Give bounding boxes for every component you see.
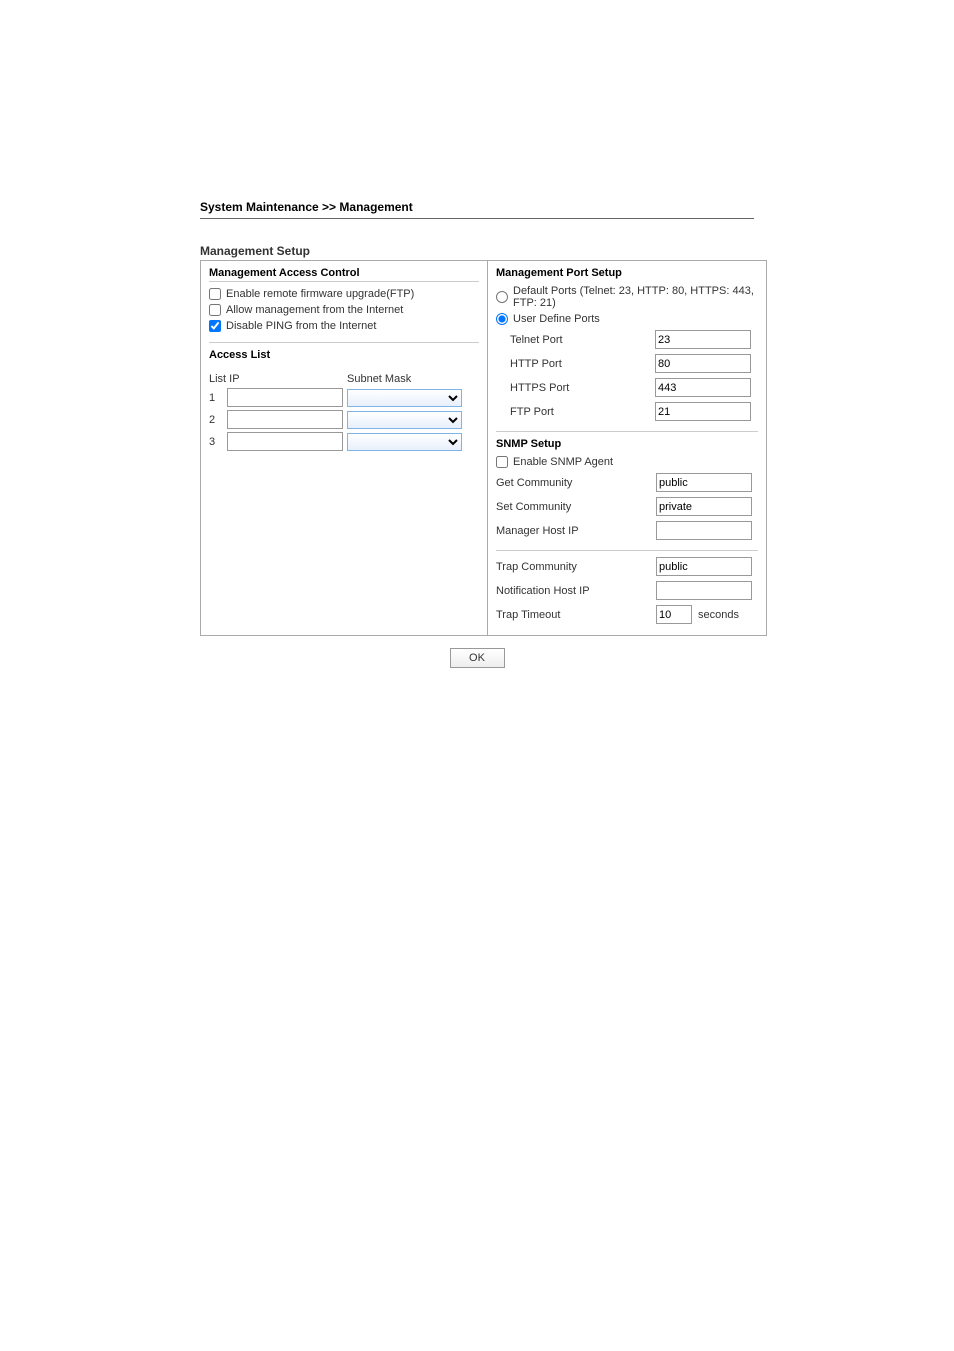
- get-community-label: Get Community: [496, 477, 656, 489]
- subnet-mask-select-2[interactable]: [347, 411, 462, 429]
- disable-ping-checkbox[interactable]: [209, 320, 221, 332]
- left-column: Management Access Control Enable remote …: [201, 261, 488, 635]
- trap-community-label: Trap Community: [496, 561, 656, 573]
- telnet-port-input[interactable]: [655, 330, 751, 349]
- row-index: 1: [209, 392, 227, 404]
- default-ports-label: Default Ports (Telnet: 23, HTTP: 80, HTT…: [513, 285, 758, 309]
- subnet-mask-select-3[interactable]: [347, 433, 462, 451]
- get-community-input[interactable]: [656, 473, 752, 492]
- telnet-port-row: Telnet Port: [496, 330, 758, 349]
- http-port-label: HTTP Port: [496, 358, 655, 370]
- list-ip-input-1[interactable]: [227, 388, 343, 407]
- right-column: Management Port Setup Default Ports (Tel…: [488, 261, 766, 635]
- seconds-label: seconds: [698, 609, 739, 621]
- enable-snmp-label: Enable SNMP Agent: [513, 456, 613, 468]
- manager-host-label: Manager Host IP: [496, 525, 656, 537]
- access-list-row-2: 2: [209, 410, 479, 429]
- enable-firmware-row: Enable remote firmware upgrade(FTP): [209, 288, 479, 300]
- snmp-setup-header: SNMP Setup: [496, 438, 758, 450]
- access-list-row-3: 3: [209, 432, 479, 451]
- access-list-columns: List IP Subnet Mask: [209, 373, 479, 385]
- setup-table: Management Access Control Enable remote …: [200, 260, 767, 636]
- trap-community-row: Trap Community: [496, 557, 758, 576]
- default-ports-radio[interactable]: [496, 291, 508, 303]
- breadcrumb: System Maintenance >> Management: [200, 200, 754, 219]
- list-ip-input-2[interactable]: [227, 410, 343, 429]
- http-port-row: HTTP Port: [496, 354, 758, 373]
- trap-timeout-input[interactable]: [656, 605, 692, 624]
- enable-snmp-checkbox[interactable]: [496, 456, 508, 468]
- set-community-row: Set Community: [496, 497, 758, 516]
- telnet-port-label: Telnet Port: [496, 334, 655, 346]
- set-community-input[interactable]: [656, 497, 752, 516]
- row-index: 3: [209, 436, 227, 448]
- notification-host-input[interactable]: [656, 581, 752, 600]
- notification-host-label: Notification Host IP: [496, 585, 656, 597]
- http-port-input[interactable]: [655, 354, 751, 373]
- allow-management-row: Allow management from the Internet: [209, 304, 479, 316]
- user-define-radio[interactable]: [496, 313, 508, 325]
- port-setup-header: Management Port Setup: [496, 267, 758, 279]
- trap-community-input[interactable]: [656, 557, 752, 576]
- access-control-header: Management Access Control: [209, 267, 479, 282]
- subnet-mask-select-1[interactable]: [347, 389, 462, 407]
- trap-timeout-label: Trap Timeout: [496, 609, 656, 621]
- get-community-row: Get Community: [496, 473, 758, 492]
- access-list-row-1: 1: [209, 388, 479, 407]
- ftp-port-label: FTP Port: [496, 406, 655, 418]
- disable-ping-label: Disable PING from the Internet: [226, 320, 376, 332]
- list-ip-label: List IP: [209, 373, 347, 385]
- ok-button[interactable]: OK: [450, 648, 505, 668]
- enable-firmware-checkbox[interactable]: [209, 288, 221, 300]
- enable-snmp-row: Enable SNMP Agent: [496, 456, 758, 468]
- trap-timeout-row: Trap Timeout seconds: [496, 605, 758, 624]
- https-port-input[interactable]: [655, 378, 751, 397]
- list-ip-input-3[interactable]: [227, 432, 343, 451]
- https-port-label: HTTPS Port: [496, 382, 655, 394]
- disable-ping-row: Disable PING from the Internet: [209, 320, 479, 332]
- allow-management-checkbox[interactable]: [209, 304, 221, 316]
- https-port-row: HTTPS Port: [496, 378, 758, 397]
- default-ports-row: Default Ports (Telnet: 23, HTTP: 80, HTT…: [496, 285, 758, 309]
- ftp-port-input[interactable]: [655, 402, 751, 421]
- access-list-header: Access List: [209, 349, 479, 361]
- enable-firmware-label: Enable remote firmware upgrade(FTP): [226, 288, 414, 300]
- setup-title: Management Setup: [200, 244, 754, 258]
- ftp-port-row: FTP Port: [496, 402, 758, 421]
- manager-host-input[interactable]: [656, 521, 752, 540]
- user-define-label: User Define Ports: [513, 313, 600, 325]
- set-community-label: Set Community: [496, 501, 656, 513]
- row-index: 2: [209, 414, 227, 426]
- notification-host-row: Notification Host IP: [496, 581, 758, 600]
- subnet-mask-label: Subnet Mask: [347, 373, 411, 385]
- user-define-row: User Define Ports: [496, 313, 758, 325]
- manager-host-row: Manager Host IP: [496, 521, 758, 540]
- allow-management-label: Allow management from the Internet: [226, 304, 403, 316]
